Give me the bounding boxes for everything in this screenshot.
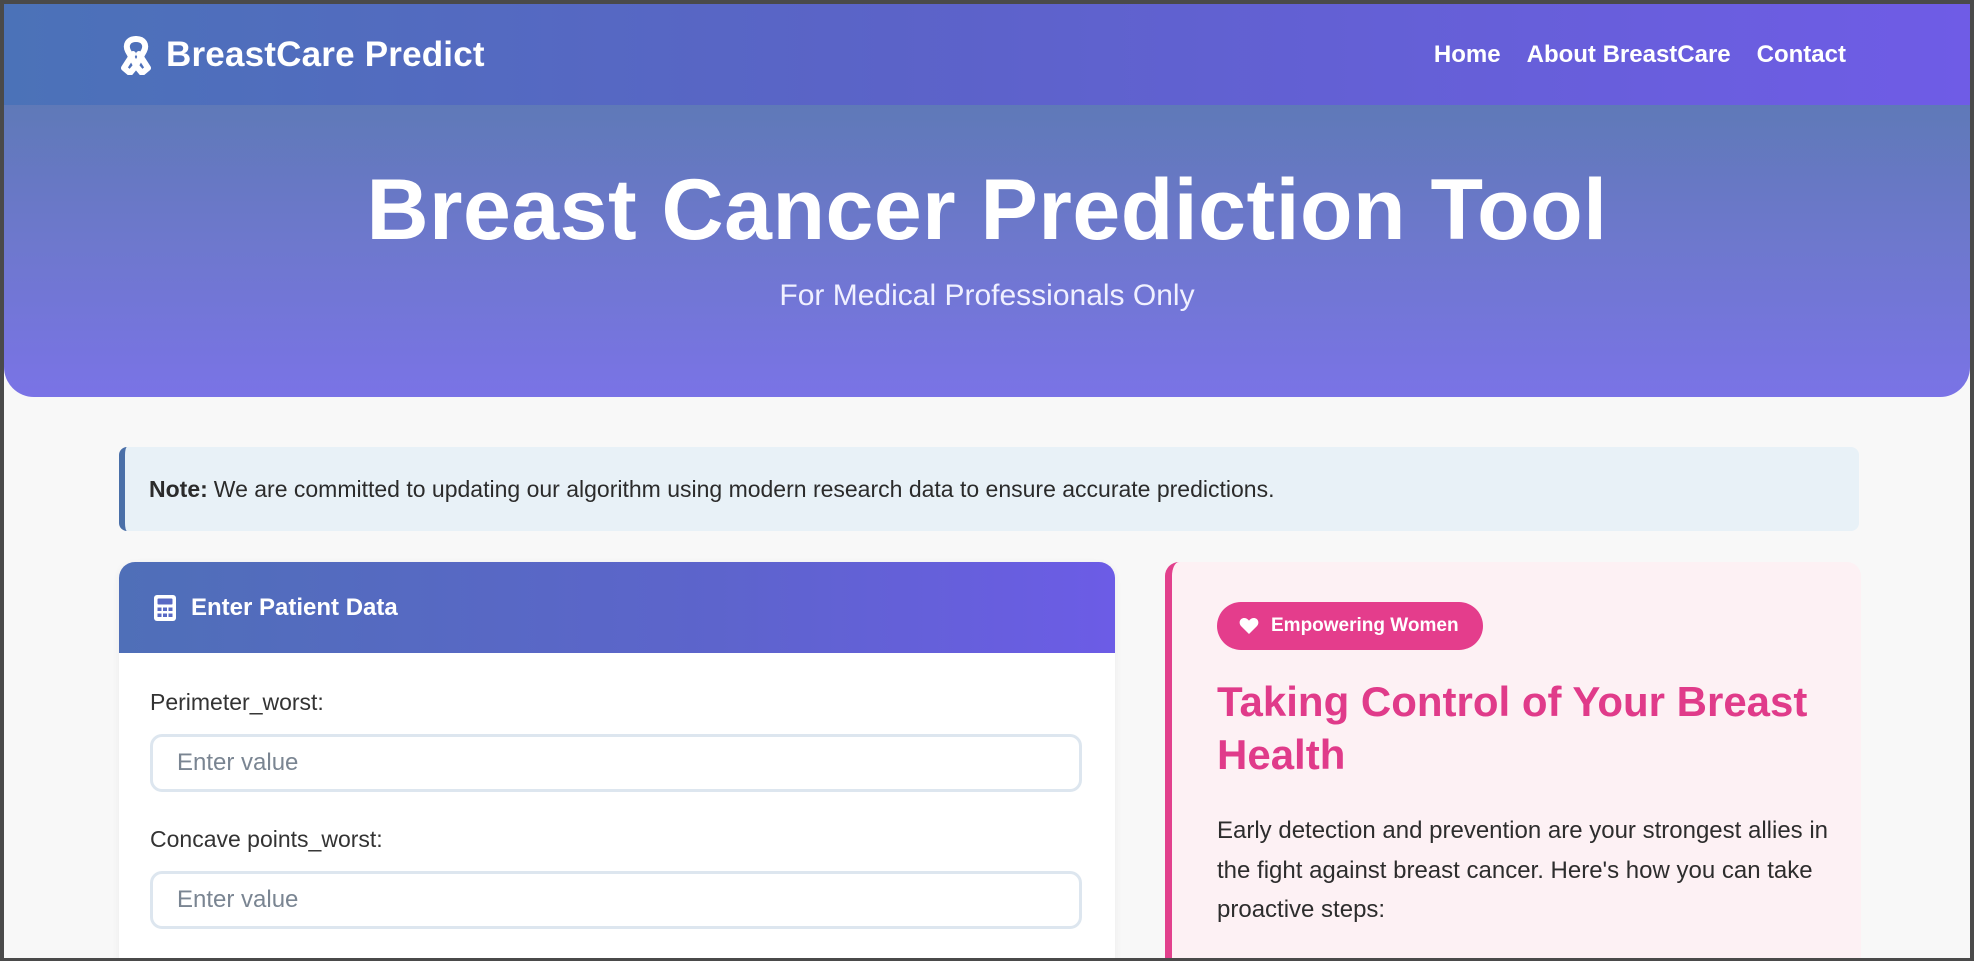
patient-data-title: Enter Patient Data [191, 593, 398, 621]
note-label: Note: [149, 475, 208, 502]
concave-points-worst-input[interactable] [150, 871, 1082, 929]
concave-points-worst-label: Concave points_worst: [150, 826, 383, 852]
hero-banner: Breast Cancer Prediction Tool For Medica… [4, 105, 1970, 397]
calculator-icon [153, 594, 177, 622]
browser-viewport: BreastCare Predict Home About BreastCare… [0, 0, 1974, 961]
nav-links: Home About BreastCare Contact [1434, 41, 1846, 69]
brand-name: BreastCare Predict [166, 34, 485, 74]
note-text: We are committed to updating our algorit… [213, 475, 1275, 502]
info-text: Early detection and prevention are your … [1217, 817, 1829, 924]
empowering-women-badge: Empowering Women [1217, 602, 1483, 650]
nav-link-home[interactable]: Home [1434, 41, 1501, 69]
perimeter-worst-input[interactable] [150, 734, 1082, 792]
ribbon-icon [118, 35, 154, 76]
nav-link-about[interactable]: About BreastCare [1527, 41, 1731, 69]
top-navbar: BreastCare Predict Home About BreastCare… [4, 4, 1970, 105]
page-subtitle: For Medical Professionals Only [779, 279, 1195, 313]
info-title: Taking Control of Your Breast Health [1217, 678, 1808, 778]
patient-data-card-header: Enter Patient Data [119, 562, 1115, 653]
brand-logo[interactable]: BreastCare Predict [118, 34, 485, 76]
patient-data-form: Perimeter_worst: Concave points_worst: [119, 653, 1115, 958]
nav-link-contact[interactable]: Contact [1757, 41, 1846, 69]
patient-data-card: Enter Patient Data Perimeter_worst: Conc… [119, 562, 1115, 958]
perimeter-worst-label: Perimeter_worst: [150, 689, 324, 715]
info-note: Note: We are committed to updating our a… [119, 447, 1859, 531]
heart-icon [1239, 617, 1259, 635]
breast-health-info-card: Empowering Women Taking Control of Your … [1165, 562, 1861, 958]
page-title: Breast Cancer Prediction Tool [366, 162, 1608, 258]
badge-label: Empowering Women [1271, 615, 1459, 636]
